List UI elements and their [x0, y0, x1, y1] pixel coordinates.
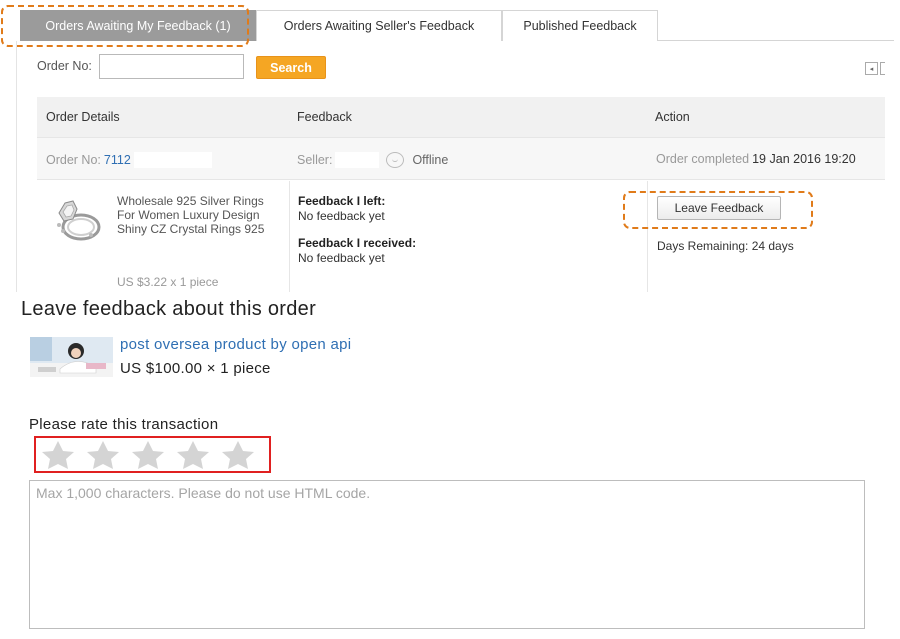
order-status-prefix: Order completed	[656, 152, 750, 166]
leave-feedback-highlight-annotation	[623, 191, 813, 229]
star-2-icon[interactable]	[83, 440, 123, 470]
rate-transaction-label: Please rate this transaction	[29, 416, 219, 433]
order-status-cell: Order completed 19 Jan 2016 19:20	[656, 152, 856, 166]
header-action: Action	[655, 110, 690, 124]
feedback-received-label: Feedback I received:	[298, 236, 417, 250]
chat-offline-icon[interactable]	[386, 152, 405, 168]
orders-panel: Order No: Search ◂ Order Details Feedbac…	[16, 41, 885, 292]
tab-published-feedback[interactable]: Published Feedback	[502, 10, 658, 41]
feedback-left-value: No feedback yet	[298, 209, 385, 223]
redacted-order-number	[133, 152, 212, 168]
header-order-details: Order Details	[46, 110, 120, 124]
order-number-cell: Order No: 7112	[46, 152, 212, 168]
star-3-icon[interactable]	[128, 440, 168, 470]
seller-cell: Seller: Offline	[297, 152, 448, 168]
product-name-link[interactable]: post oversea product by open api	[120, 336, 351, 353]
product-title-link[interactable]: Wholesale 925 Silver Rings For Women Lux…	[117, 194, 282, 236]
pager-prev-icon[interactable]: ◂	[865, 62, 878, 75]
star-1-icon[interactable]	[38, 440, 78, 470]
star-4-icon[interactable]	[173, 440, 213, 470]
order-summary-row: Order No: 7112 Seller: Offline Order com…	[37, 137, 885, 180]
feedback-text-input[interactable]	[29, 480, 865, 629]
search-button[interactable]: Search	[256, 56, 326, 79]
product-price-quantity: US $100.00 × 1 piece	[120, 360, 271, 377]
seller-label: Seller:	[297, 153, 333, 167]
redacted-seller-name	[335, 152, 380, 168]
seller-status: Offline	[412, 153, 449, 167]
orders-table-header: Order Details Feedback Action	[37, 97, 885, 137]
feedback-received-value: No feedback yet	[298, 251, 385, 265]
header-feedback: Feedback	[297, 110, 352, 124]
days-remaining: Days Remaining: 24 days	[657, 239, 794, 253]
leave-feedback-title: Leave feedback about this order	[21, 298, 317, 320]
order-no-label: Order No:	[37, 59, 92, 73]
product-price: US $3.22 x 1 piece	[117, 275, 219, 289]
tab-awaiting-seller-feedback[interactable]: Orders Awaiting Seller's Feedback	[256, 10, 502, 41]
pager-next-edge[interactable]	[880, 62, 885, 75]
order-no-prefix: Order No:	[46, 153, 101, 167]
order-status-date: 19 Jan 2016 19:20	[752, 152, 856, 166]
product-thumbnail-image[interactable]	[30, 337, 113, 377]
star-5-icon[interactable]	[218, 440, 258, 470]
feedback-left-label: Feedback I left:	[298, 194, 386, 208]
order-number-link[interactable]: 7112	[104, 153, 131, 167]
star-rating	[34, 436, 271, 473]
column-divider	[289, 181, 290, 292]
order-no-input[interactable]	[99, 54, 244, 79]
ring-product-image[interactable]	[51, 197, 103, 245]
